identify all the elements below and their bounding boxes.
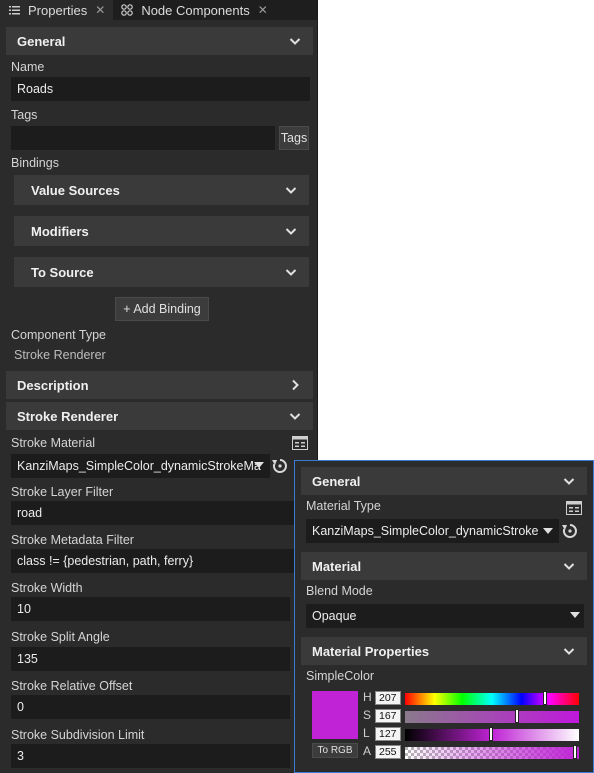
material-editor-icon[interactable] [565, 500, 583, 516]
chevron-right-icon [292, 379, 299, 391]
saturation-letter: S [363, 708, 372, 722]
lightness-value[interactable]: 127 [375, 727, 401, 741]
name-label: Name [11, 60, 45, 74]
chevron-down-icon [563, 563, 575, 570]
name-field[interactable]: Roads [11, 77, 310, 101]
stroke-metadata-filter-field[interactable]: class != {pedestrian, path, ferry} [11, 549, 294, 573]
lightness-letter: L [363, 726, 370, 740]
stroke-width-label: Stroke Width [11, 581, 83, 595]
component-type-value: Stroke Renderer [14, 348, 106, 362]
reset-icon[interactable] [272, 458, 288, 474]
alpha-slider-thumb[interactable] [573, 745, 577, 759]
stroke-material-select[interactable]: KanziMaps_SimpleColor_dynamicStrokeMa [11, 454, 270, 478]
add-binding-button[interactable]: + Add Binding [115, 297, 209, 321]
bindings-label: Bindings [11, 156, 59, 170]
simple-color-label: SimpleColor [306, 669, 375, 683]
stroke-split-angle-label: Stroke Split Angle [11, 630, 110, 644]
list-icon [8, 4, 20, 16]
stroke-material-label: Stroke Material [11, 436, 96, 450]
material-type-label: Material Type [306, 499, 381, 513]
chevron-down-icon [289, 38, 301, 45]
component-type-label: Component Type [11, 328, 106, 342]
popup-section-general[interactable]: General [301, 467, 587, 495]
color-swatch[interactable] [312, 691, 358, 739]
stroke-metadata-filter-label: Stroke Metadata Filter [11, 533, 134, 547]
section-stroke-renderer-label: Stroke Renderer [17, 408, 119, 424]
section-general-label: General [17, 33, 66, 49]
components-icon [121, 4, 134, 16]
section-general[interactable]: General [6, 27, 313, 55]
tab-bar: Properties ✕ Node Components ✕ [0, 0, 317, 20]
lightness-slider-thumb[interactable] [489, 727, 493, 741]
modifiers-section[interactable]: Modifiers [14, 216, 309, 246]
close-icon[interactable]: ✕ [95, 3, 105, 17]
chevron-down-icon [285, 228, 297, 235]
to-rgb-button[interactable]: To RGB [312, 743, 358, 758]
section-description-label: Description [17, 377, 89, 393]
material-type-value: KanziMaps_SimpleColor_dynamicStroke [312, 524, 539, 538]
chevron-down-icon [285, 187, 297, 194]
chevron-down-icon [289, 413, 301, 420]
value-sources-section[interactable]: Value Sources [14, 175, 309, 205]
saturation-slider-thumb[interactable] [515, 709, 519, 723]
lightness-slider[interactable] [405, 727, 579, 741]
properties-panel: Properties ✕ Node Components ✕ General N… [0, 0, 318, 773]
modifiers-label: Modifiers [31, 223, 89, 239]
blend-mode-label: Blend Mode [306, 584, 373, 598]
popup-general-label: General [312, 473, 361, 489]
section-stroke-renderer[interactable]: Stroke Renderer [6, 402, 313, 430]
stroke-relative-offset-label: Stroke Relative Offset [11, 679, 133, 693]
chevron-down-icon [285, 269, 297, 276]
stroke-material-value: KanziMaps_SimpleColor_dynamicStrokeMa [17, 459, 261, 473]
stroke-split-angle-field[interactable]: 135 [11, 647, 290, 671]
chevron-down-icon [570, 612, 580, 618]
hue-letter: H [363, 690, 372, 704]
chevron-down-icon [254, 462, 264, 468]
chevron-down-icon [563, 478, 575, 485]
blend-mode-select[interactable]: Opaque [306, 604, 584, 628]
material-type-select[interactable]: KanziMaps_SimpleColor_dynamicStroke [306, 519, 559, 543]
hue-slider-thumb[interactable] [543, 691, 547, 705]
hue-slider[interactable] [405, 691, 579, 705]
tags-button[interactable]: Tags [279, 126, 309, 150]
chevron-down-icon [563, 648, 575, 655]
saturation-slider[interactable] [405, 709, 579, 723]
popup-material-label: Material [312, 558, 362, 574]
material-editor-icon[interactable] [291, 435, 309, 451]
popup-section-material-properties[interactable]: Material Properties [301, 637, 587, 665]
stroke-width-field[interactable]: 10 [11, 597, 290, 621]
tab-properties[interactable]: Properties ✕ [0, 0, 114, 20]
to-source-section[interactable]: To Source [14, 257, 309, 287]
section-description[interactable]: Description [6, 371, 313, 399]
blend-mode-value: Opaque [312, 609, 357, 623]
reset-icon[interactable] [562, 523, 578, 539]
chevron-down-icon [543, 528, 553, 534]
tab-node-components-label: Node Components [141, 2, 250, 18]
value-sources-label: Value Sources [31, 182, 120, 198]
tags-field[interactable] [11, 126, 275, 150]
to-source-label: To Source [31, 264, 94, 280]
stroke-subdivision-field[interactable]: 3 [11, 744, 290, 768]
material-properties-label: Material Properties [312, 643, 430, 659]
close-icon[interactable]: ✕ [258, 3, 268, 17]
stroke-subdivision-label: Stroke Subdivision Limit [11, 728, 145, 742]
stroke-layer-filter-label: Stroke Layer Filter [11, 485, 114, 499]
tags-label: Tags [11, 108, 38, 122]
tab-node-components[interactable]: Node Components ✕ [113, 0, 275, 20]
stroke-layer-filter-field[interactable]: road [11, 501, 294, 525]
material-popup: General Material Type KanziMaps_SimpleCo… [294, 460, 594, 773]
stroke-relative-offset-field[interactable]: 0 [11, 695, 290, 719]
hue-value[interactable]: 207 [375, 691, 401, 705]
alpha-value[interactable]: 255 [375, 745, 401, 759]
saturation-value[interactable]: 167 [375, 709, 401, 723]
tab-properties-label: Properties [28, 2, 88, 18]
popup-section-material[interactable]: Material [301, 552, 587, 580]
alpha-letter: A [363, 744, 372, 758]
alpha-slider[interactable] [405, 745, 579, 759]
